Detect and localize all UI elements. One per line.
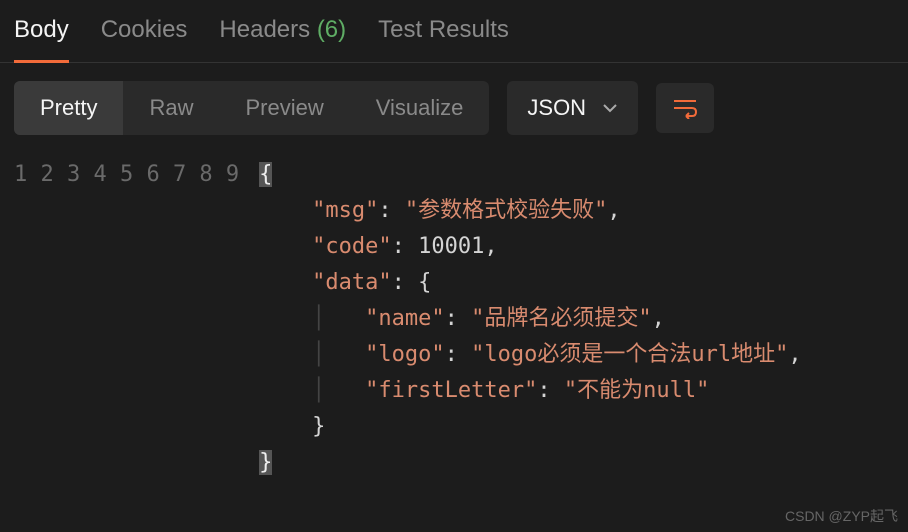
response-body-code: 1 2 3 4 5 6 7 8 9 { "msg": "参数格式校验失败", "… [0,153,908,485]
brace-open: { [259,162,272,187]
wrap-lines-button[interactable] [656,83,714,133]
view-visualize[interactable]: Visualize [350,81,490,135]
watermark: CSDN @ZYP起飞 [785,506,898,526]
tab-cookies[interactable]: Cookies [101,16,188,63]
line-gutter: 1 2 3 4 5 6 7 8 9 [14,157,259,481]
response-primary-tabs: Body Cookies Headers (6) Test Results [0,0,908,63]
brace-close: } [259,450,272,475]
response-controls: Pretty Raw Preview Visualize JSON [0,63,908,153]
tab-body[interactable]: Body [14,16,69,63]
tab-headers-count: (6) [317,16,346,43]
view-mode-tabs: Pretty Raw Preview Visualize [14,81,489,135]
wrap-icon [672,97,698,119]
code-content[interactable]: { "msg": "参数格式校验失败", "code": 10001, "dat… [259,157,894,481]
view-pretty[interactable]: Pretty [14,81,123,135]
format-select[interactable]: JSON [507,81,638,135]
tab-headers-label: Headers [219,16,310,43]
tab-test-results[interactable]: Test Results [378,16,509,63]
chevron-down-icon [602,100,618,116]
view-preview[interactable]: Preview [219,81,349,135]
format-select-label: JSON [527,95,586,121]
tab-headers[interactable]: Headers (6) [219,16,346,63]
view-raw[interactable]: Raw [123,81,219,135]
